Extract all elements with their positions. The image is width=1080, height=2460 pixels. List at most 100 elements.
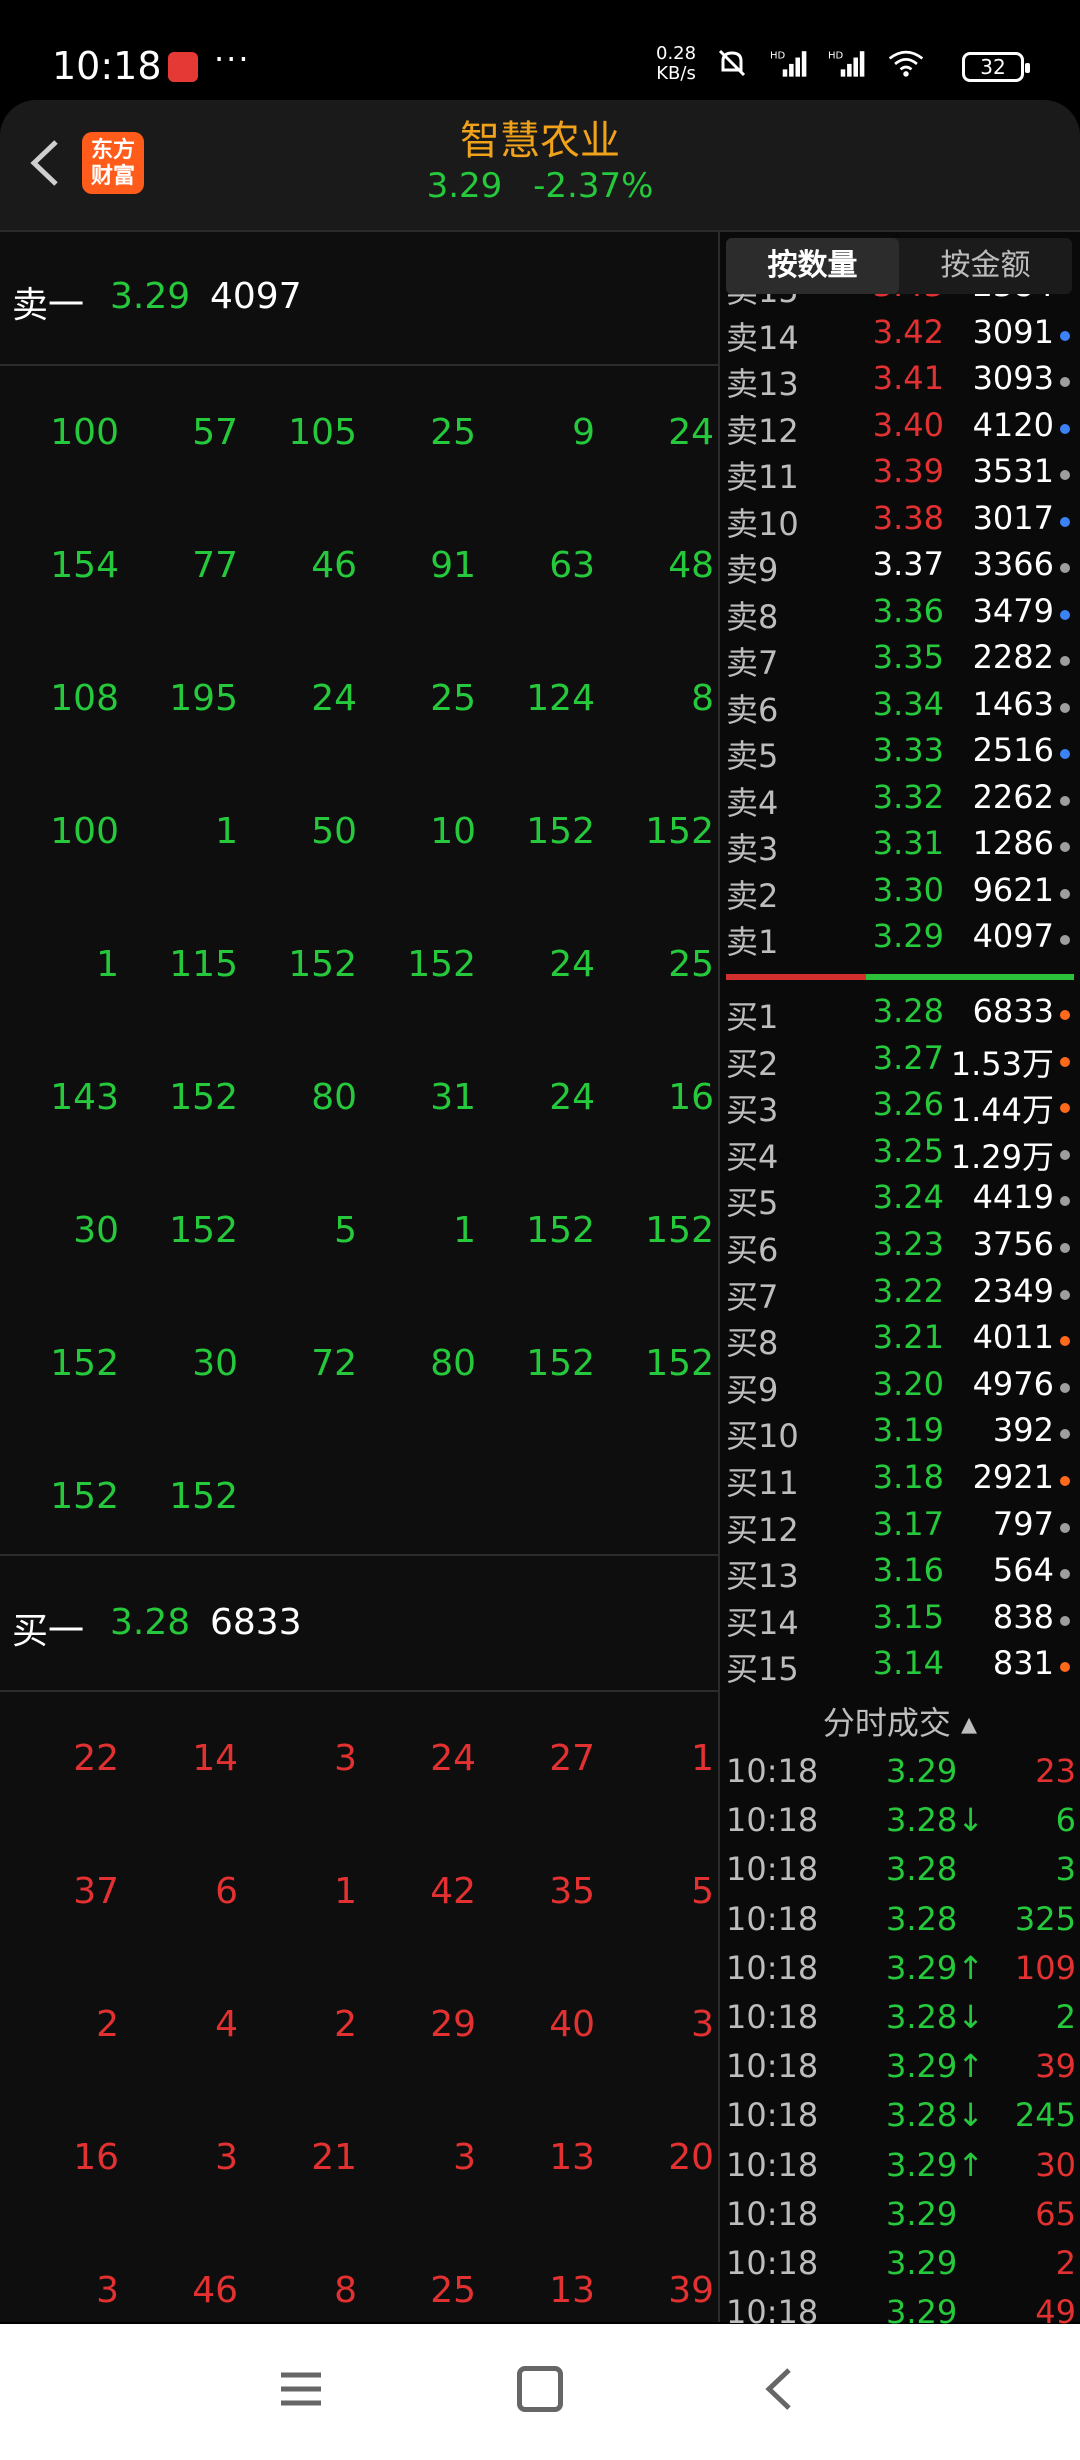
order-source-dot-icon [1060, 1662, 1070, 1673]
trade-volume: 2 [1055, 2244, 1076, 2282]
trade-price: 3.29 [886, 2244, 958, 2282]
ask-level-price: 3.35 [872, 638, 944, 676]
order-quantity: 25 [430, 412, 476, 453]
order-quantity: 21 [311, 2137, 357, 2178]
bid-level-row[interactable]: 买11 3.18 2921 [726, 1458, 1072, 1504]
ratio-bar-red [726, 974, 866, 980]
order-row: 37 6 1 42 35 5 [0, 1825, 718, 1958]
bid1-level-header[interactable]: 买一 3.28 6833 [0, 1558, 718, 1692]
home-button[interactable] [505, 2354, 575, 2424]
bid-level-row[interactable]: 买4 3.25 1.29万 [726, 1132, 1072, 1178]
order-source-dot-icon [1060, 795, 1070, 806]
status-bar: 10:18 ··· 0.28 KB/s HD HD 32 [0, 0, 1080, 100]
ask-level-volume: 9621 [972, 870, 1054, 909]
order-quantity: 35 [549, 1871, 595, 1912]
order-quantity: 154 [50, 545, 119, 586]
menu-button[interactable] [266, 2354, 336, 2424]
order-quantity: 14 [192, 1738, 238, 1779]
order-quantity: 3 [453, 2137, 476, 2178]
order-quantity: 124 [526, 678, 595, 719]
ask-level-price: 3.42 [872, 312, 944, 351]
quote-tabs: 按数量 按金额 [726, 238, 1072, 294]
bid-level-volume: 4419 [972, 1178, 1054, 1217]
tick-trade-row: 10:18 3.29↑ 109 [726, 1949, 1076, 1997]
ask-level-price: 3.32 [872, 777, 944, 816]
bid-level-name: 买8 [726, 1324, 779, 1363]
tab-by-amount[interactable]: 按金额 [899, 238, 1072, 294]
ask-level-price: 3.37 [872, 545, 944, 583]
bid-level-row[interactable]: 买8 3.21 4011 [726, 1318, 1072, 1364]
tick-trade-row: 10:18 3.28 325 [726, 1900, 1076, 1948]
order-quantity: 42 [430, 1871, 476, 1912]
ask-level-row[interactable]: 卖7 3.35 2282 [726, 638, 1072, 684]
bid-level-name: 买15 [726, 1650, 799, 1689]
ask-level-row[interactable]: 卖10 3.38 3017 [726, 499, 1072, 545]
bid-level-row[interactable]: 买5 3.24 4419 [726, 1178, 1072, 1224]
ask-level-row[interactable]: 卖14 3.42 3091 [726, 313, 1072, 359]
ask-level-row[interactable]: 卖12 3.40 4120 [726, 406, 1072, 452]
order-source-dot-icon [1060, 1615, 1070, 1626]
ask-level-row[interactable]: 卖2 3.30 9621 [726, 871, 1072, 917]
ask-level-volume: 3366 [972, 545, 1054, 583]
bid-level-price: 3.18 [872, 1458, 944, 1496]
order-quantity: 27 [549, 1738, 595, 1779]
tab-by-volume[interactable]: 按数量 [726, 238, 899, 294]
bid-level-row[interactable]: 买15 3.14 831 [726, 1644, 1072, 1690]
ask-level-row[interactable]: 卖1 3.29 4097 [726, 917, 1072, 963]
order-quantity: 1 [215, 811, 238, 852]
ask-level-price: 3.39 [872, 452, 944, 490]
ask-level-row[interactable]: 卖4 3.32 2262 [726, 778, 1072, 824]
order-quantity: 108 [50, 678, 119, 719]
tick-trade-row: 10:18 3.29 23 [726, 1752, 1076, 1800]
bid-level-row[interactable]: 买10 3.19 392 [726, 1411, 1072, 1457]
ask-level-volume: 2262 [972, 777, 1054, 816]
trade-time: 10:18 [726, 1899, 819, 1938]
ask-level-price: 3.30 [872, 870, 944, 909]
bid-level-price: 3.20 [872, 1364, 944, 1403]
ask-level-row[interactable]: 卖13 3.41 3093 [726, 359, 1072, 405]
bid-level-row[interactable]: 买7 3.22 2349 [726, 1272, 1072, 1318]
ask-level-row[interactable]: 卖6 3.34 1463 [726, 685, 1072, 731]
trade-time: 10:18 [726, 2145, 819, 2184]
order-quantity: 4 [215, 2004, 238, 2045]
tick-trade-row: 10:18 3.28↓ 2 [726, 1998, 1076, 2046]
order-quantity: 152 [50, 1343, 119, 1384]
order-quantity: 25 [430, 678, 476, 719]
system-back-icon [765, 2368, 791, 2410]
ask-level-row[interactable]: 卖11 3.39 3531 [726, 452, 1072, 498]
ask-level-row[interactable]: 卖9 3.37 3366 [726, 545, 1072, 591]
bid1-label: 买一 [12, 1611, 85, 1652]
ask-level-row[interactable]: 卖8 3.36 3479 [726, 592, 1072, 638]
ask-level-row[interactable]: 卖5 3.33 2516 [726, 731, 1072, 777]
bid-level-row[interactable]: 买9 3.20 4976 [726, 1365, 1072, 1411]
system-back-button[interactable] [744, 2354, 814, 2424]
order-row: 143 152 80 31 24 16 [0, 1031, 718, 1164]
ask1-level-header[interactable]: 卖一 3.29 4097 [0, 232, 718, 366]
bid-level-price: 3.28 [872, 992, 944, 1030]
ask-level-name: 卖2 [726, 876, 779, 915]
bid-level-row[interactable]: 买3 3.26 1.44万 [726, 1085, 1072, 1131]
bid-level-price: 3.24 [872, 1178, 944, 1217]
order-quantity: 8 [334, 2270, 357, 2311]
bid-level-row[interactable]: 买2 3.27 1.53万 [726, 1039, 1072, 1085]
order-quantity: 24 [549, 1077, 595, 1118]
tick-trades-toggle[interactable]: 分时成交 ▴ [720, 1698, 1080, 1744]
bid-level-row[interactable]: 买14 3.15 838 [726, 1598, 1072, 1644]
bid-level-name: 买12 [726, 1510, 799, 1549]
order-quantity: 25 [430, 2270, 476, 2311]
bid-level-row[interactable]: 买13 3.16 564 [726, 1551, 1072, 1597]
ask-level-price: 3.33 [872, 731, 944, 769]
ask-level-name: 卖1 [726, 923, 779, 961]
order-quantity: 152 [526, 1210, 595, 1251]
trade-volume: 23 [1035, 1752, 1076, 1790]
order-quantity: 30 [192, 1343, 238, 1384]
order-quantity: 77 [192, 545, 238, 586]
order-quantity: 24 [311, 678, 357, 719]
bid-level-row[interactable]: 买12 3.17 797 [726, 1505, 1072, 1551]
more-notifications-icon: ··· [214, 40, 251, 78]
order-row: 2 4 2 29 40 3 [0, 1958, 718, 2091]
bid-level-volume: 4011 [972, 1318, 1054, 1357]
bid-level-row[interactable]: 买6 3.23 3756 [726, 1225, 1072, 1271]
bid-level-row[interactable]: 买1 3.28 6833 [726, 992, 1072, 1038]
ask-level-row[interactable]: 卖3 3.31 1286 [726, 824, 1072, 870]
